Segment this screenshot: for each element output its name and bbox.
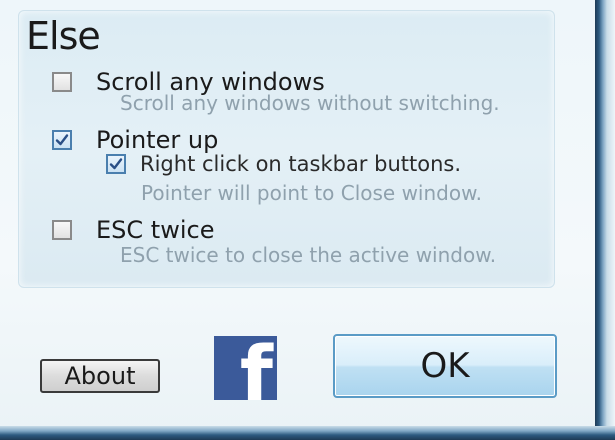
right-click-taskbar-checkbox[interactable] (106, 154, 126, 174)
right-click-taskbar-label: Right click on taskbar buttons. (140, 152, 461, 176)
about-button[interactable]: About (40, 359, 160, 393)
check-icon (109, 158, 123, 170)
esc-twice-label: ESC twice (96, 216, 215, 244)
option-pointer-up[interactable]: Pointer up (52, 126, 218, 154)
scroll-any-windows-description: Scroll any windows without switching. (120, 91, 500, 115)
facebook-glyph: f (239, 336, 273, 400)
scroll-any-windows-checkbox[interactable] (52, 72, 72, 92)
esc-twice-description: ESC twice to close the active window. (120, 243, 497, 267)
ok-button[interactable]: OK (333, 334, 557, 398)
facebook-icon[interactable]: f (214, 336, 277, 400)
esc-twice-checkbox[interactable] (52, 220, 72, 240)
window-frame-bottom (0, 426, 615, 440)
option-esc-twice[interactable]: ESC twice (52, 216, 214, 244)
group-title: Else (26, 14, 101, 58)
pointer-up-label: Pointer up (96, 126, 219, 154)
window-frame-right (595, 0, 615, 440)
pointer-up-checkbox[interactable] (52, 130, 72, 150)
option-right-click-taskbar[interactable]: Right click on taskbar buttons. (106, 152, 461, 176)
check-icon (55, 134, 69, 146)
right-click-taskbar-description: Pointer will point to Close window. (141, 181, 482, 205)
